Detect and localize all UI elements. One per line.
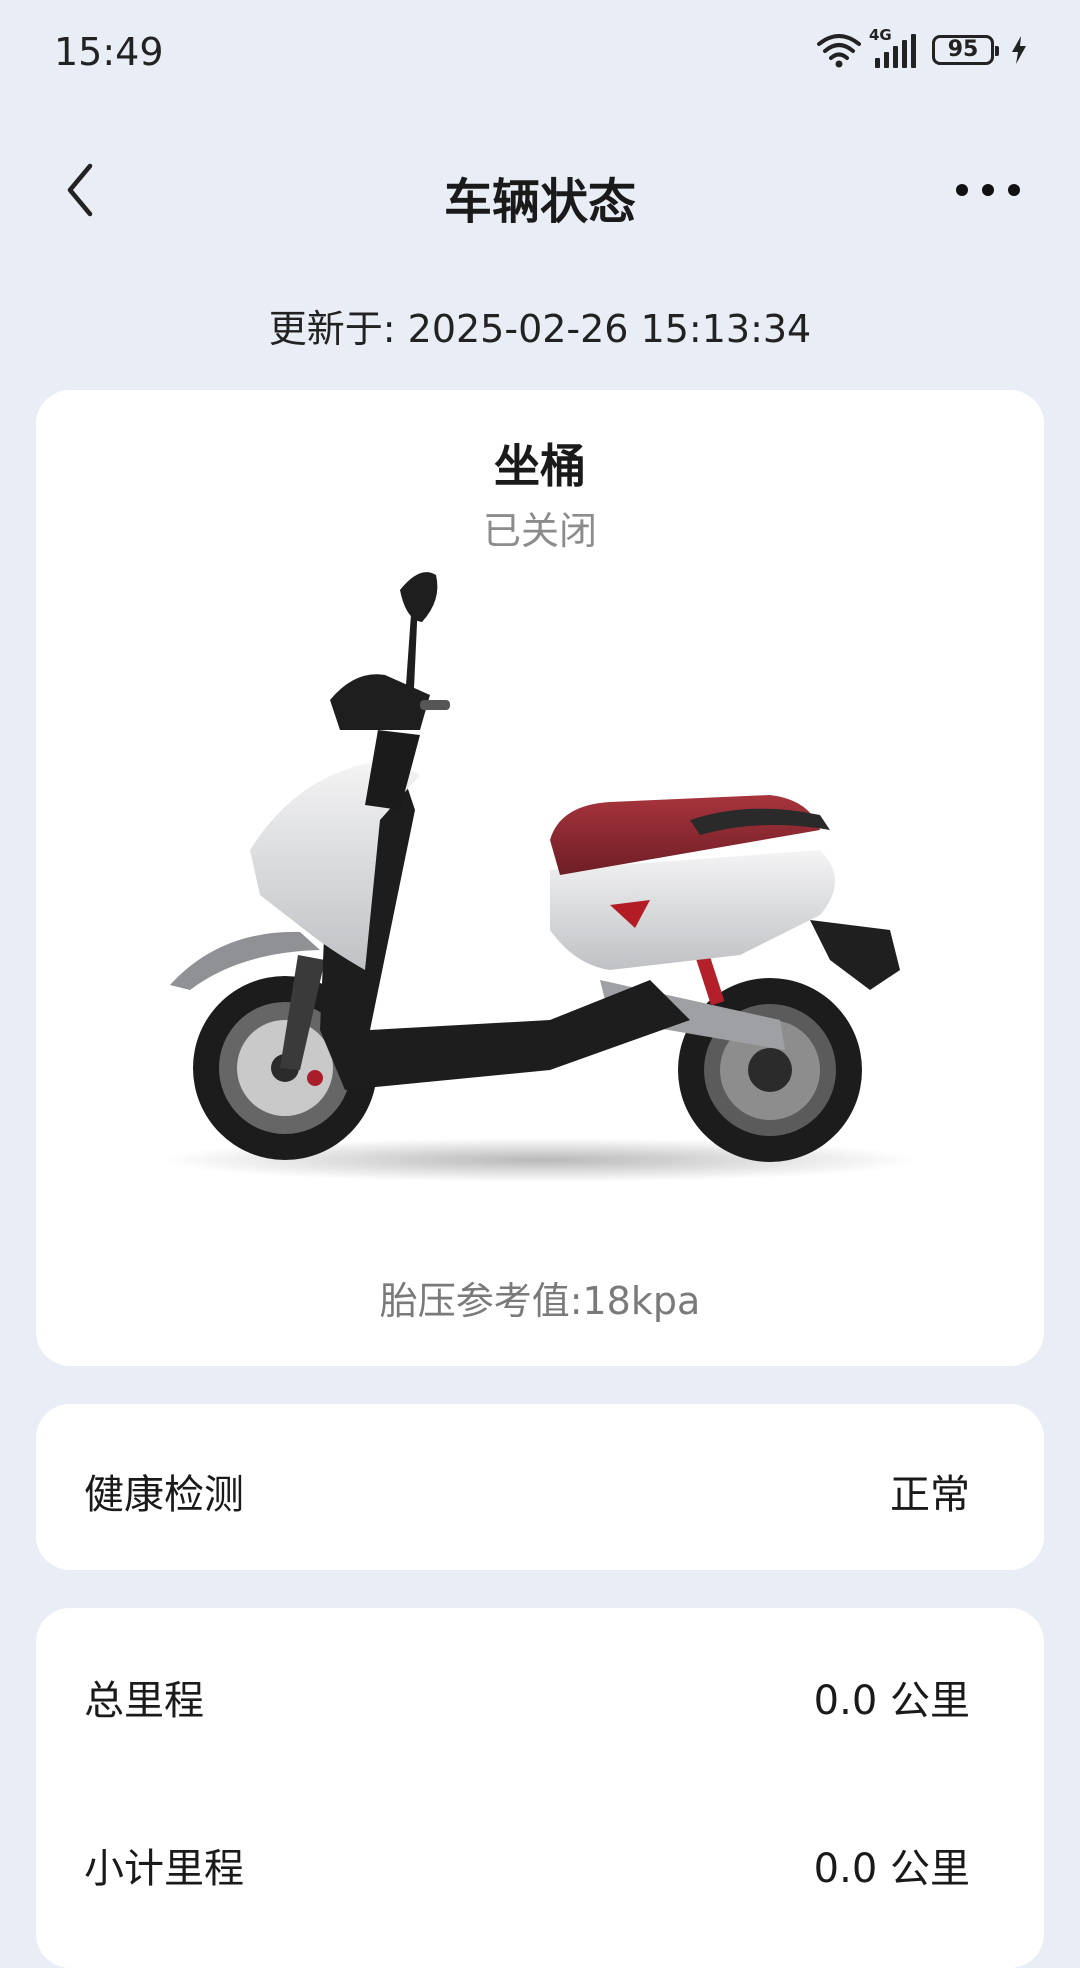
health-check-label: 健康检测 — [84, 1472, 244, 1518]
health-check-card[interactable]: 健康检测 正常 — [36, 1404, 1044, 1570]
tire-pressure-text: 胎压参考值:18kpa — [379, 1279, 701, 1323]
charging-icon — [1012, 36, 1026, 64]
status-time: 15:49 — [54, 30, 164, 74]
mileage-card: 总里程 0.0 公里 小计里程 0.0 公里 — [36, 1608, 1044, 1968]
seat-status: 已关闭 — [482, 509, 597, 553]
status-icons: 4G 95 — [817, 26, 1028, 68]
signal-icon: 4G — [869, 26, 916, 68]
wifi-icon — [817, 34, 861, 68]
total-mileage-value: 0.0 公里 — [813, 1678, 970, 1724]
status-bar: 15:49 4G 95 — [0, 0, 1080, 110]
seat-title: 坐桶 — [494, 439, 586, 493]
health-check-value: 正常 — [890, 1472, 970, 1518]
network-type: 4G — [869, 26, 892, 44]
last-updated-text: 更新于: 2025-02-26 15:13:34 — [268, 307, 812, 351]
seat-status-card: 坐桶 已关闭 胎压参考值:18kpa — [36, 390, 1044, 1366]
total-mileage-label: 总里程 — [84, 1678, 204, 1724]
trip-mileage-value: 0.0 公里 — [813, 1846, 970, 1892]
battery-level: 95 — [947, 37, 979, 62]
app-header: 车辆状态 — [0, 150, 1080, 230]
trip-mileage-label: 小计里程 — [84, 1846, 244, 1892]
scooter-image — [160, 572, 920, 1182]
battery-icon: 95 — [932, 35, 999, 65]
page-title: 车辆状态 — [443, 174, 636, 230]
more-options-icon[interactable] — [956, 176, 1020, 204]
